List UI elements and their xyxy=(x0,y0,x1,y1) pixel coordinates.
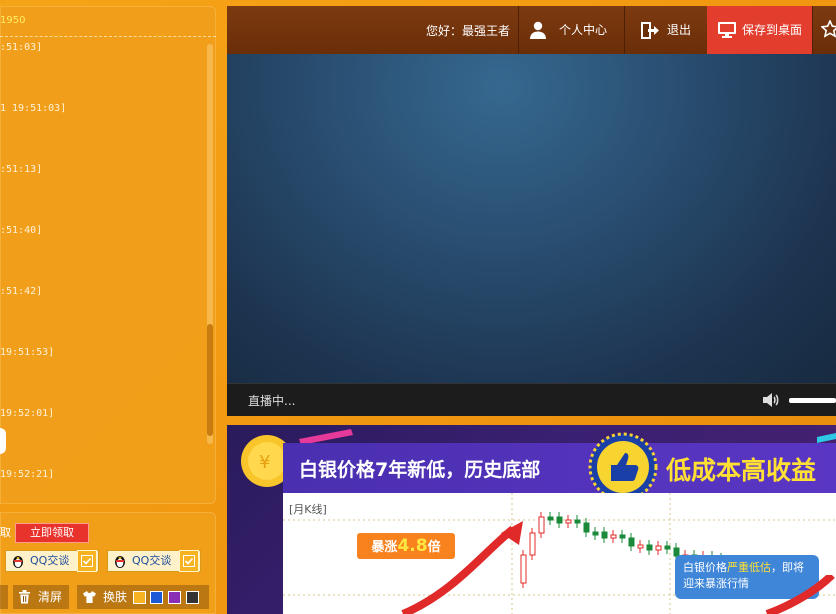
save-to-desktop-button[interactable]: 保存到桌面 xyxy=(707,6,812,54)
callout-highlight: 严重低估 xyxy=(727,561,771,574)
monitor-icon xyxy=(718,22,736,38)
claim-now-button[interactable]: 立即领取 xyxy=(15,523,89,543)
callout-text-1: 白银价格 xyxy=(683,561,727,574)
surge-prefix: 暴涨 xyxy=(371,540,398,555)
chat-header-text: 1950 xyxy=(0,15,26,26)
chat-panel: 1950 :51:03] 1 19:51:03] :51:13] :51:40]… xyxy=(0,0,222,614)
chat-scrollbar-thumb[interactable] xyxy=(207,324,213,436)
kline-candle xyxy=(583,522,590,533)
checkbox-icon[interactable] xyxy=(179,550,199,572)
silver-ad-banner[interactable]: ¥ 白银价格7年新低，历史底部 低成本高收益 [月K线] 暴涨4.8倍 白银价格… xyxy=(227,425,836,614)
user-center-label: 个人中心 xyxy=(559,23,608,37)
greeting-text: 您好：最强王者 xyxy=(426,24,511,38)
volume-icon[interactable] xyxy=(762,392,780,408)
chat-message-area: 1950 :51:03] 1 19:51:03] :51:13] :51:40]… xyxy=(0,6,216,504)
chat-message-timestamp: 19:52:01] xyxy=(0,408,55,419)
kline-candle xyxy=(664,545,671,550)
qq-chat-label: QQ交谈 xyxy=(30,554,70,567)
video-control-bar: 直播中... xyxy=(227,383,836,416)
skin-swatch-blue[interactable] xyxy=(150,591,163,604)
skin-switch-label[interactable]: 换肤 xyxy=(103,585,127,609)
surge-tag: 暴涨4.8倍 xyxy=(357,533,455,559)
qq-chat-label: QQ交谈 xyxy=(132,554,172,567)
logout-label: 退出 xyxy=(667,23,692,37)
kline-candle xyxy=(592,531,599,536)
logout-link[interactable]: 退出 xyxy=(625,6,707,54)
clear-screen-button[interactable]: 清屏 xyxy=(13,585,69,609)
chat-bubble-fragment xyxy=(0,428,6,454)
clear-screen-label: 清屏 xyxy=(38,590,63,604)
chat-message-timestamp: :51:42] xyxy=(0,286,43,297)
promo-text: 取 xyxy=(0,526,11,539)
kline-candle xyxy=(601,531,608,539)
kline-candle xyxy=(520,554,527,584)
star-favorite-icon[interactable] xyxy=(821,20,836,38)
ad-headline-highlight: 低成本高收益 xyxy=(666,456,817,485)
tool-button-fragment[interactable] xyxy=(0,585,8,609)
kline-candle xyxy=(574,519,581,524)
skin-swatch-yellow[interactable] xyxy=(133,591,146,604)
kline-candle xyxy=(529,532,536,556)
chat-message-timestamp: :51:13] xyxy=(0,164,43,175)
live-status-text: 直播中... xyxy=(248,394,296,408)
kline-candle xyxy=(547,516,554,521)
kline-candle xyxy=(538,516,545,534)
user-center-link[interactable]: 个人中心 xyxy=(519,6,624,54)
kline-candle xyxy=(565,519,572,524)
surge-suffix: 倍 xyxy=(427,540,441,555)
kline-candle xyxy=(646,544,653,551)
chat-message-timestamp: 1 19:51:03] xyxy=(0,103,67,114)
kline-candle xyxy=(655,545,662,551)
chat-message-timestamp: :51:03] xyxy=(0,42,43,53)
header-divider xyxy=(812,6,813,54)
live-video-area[interactable] xyxy=(227,54,836,383)
svg-text:¥: ¥ xyxy=(259,452,270,473)
qq-penguin-icon xyxy=(115,556,125,568)
trash-icon xyxy=(19,590,30,604)
qq-penguin-icon xyxy=(13,556,23,568)
top-header-bar: 您好：最强王者 个人中心 退出 保存到桌面 xyxy=(227,6,836,54)
kline-candle xyxy=(628,537,635,547)
ad-headline-bar: 白银价格7年新低，历史底部 低成本高收益 xyxy=(283,443,836,493)
ad-arrow-decoration xyxy=(765,575,835,614)
skin-swatch-black[interactable] xyxy=(186,591,199,604)
surge-multiplier: 4.8 xyxy=(397,536,428,556)
kline-candle xyxy=(556,516,563,524)
user-icon xyxy=(530,21,546,39)
kline-candle xyxy=(619,534,626,539)
chat-header: 1950 xyxy=(0,6,216,37)
kline-candle xyxy=(610,534,617,539)
chat-message-timestamp: :51:40] xyxy=(0,225,43,236)
kline-candle xyxy=(637,544,644,549)
skin-swatch-purple[interactable] xyxy=(168,591,181,604)
chat-message-timestamp: 19:52:21] xyxy=(0,469,55,480)
shirt-icon xyxy=(83,591,96,603)
logout-icon xyxy=(641,22,659,39)
volume-slider[interactable] xyxy=(789,398,836,403)
save-to-desktop-label: 保存到桌面 xyxy=(742,23,803,37)
chat-message-timestamp: 19:51:53] xyxy=(0,347,55,358)
ad-headline: 白银价格7年新低，历史底部 xyxy=(299,459,541,481)
checkbox-icon[interactable] xyxy=(77,550,97,572)
